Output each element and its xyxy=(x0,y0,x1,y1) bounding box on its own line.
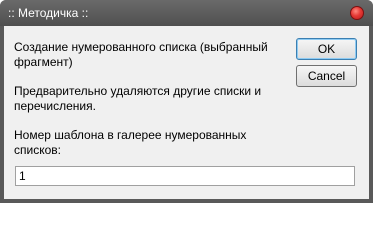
description-line-2: фрагмент) xyxy=(14,55,73,69)
description-line-1: Создание нумерованного списка (выбранный xyxy=(14,40,268,54)
template-number-input[interactable] xyxy=(15,166,355,186)
note-line-1: Предварительно удаляются другие списки и xyxy=(14,84,262,98)
close-icon[interactable] xyxy=(350,6,364,20)
note-line-2: перечисления. xyxy=(14,99,96,113)
field-label-line-1: Номер шаблона в галерее нумерованных xyxy=(14,128,247,142)
field-label-line-2: списков: xyxy=(14,143,61,157)
ok-button[interactable]: OK xyxy=(296,38,357,60)
cancel-button[interactable]: Cancel xyxy=(296,65,357,87)
window-title: :: Методичка :: xyxy=(8,6,89,20)
dialog-body: Создание нумерованного списка (выбранный… xyxy=(4,26,369,199)
title-bar[interactable]: :: Методичка :: xyxy=(0,0,373,26)
dialog-window: :: Методичка :: Создание нумерованного с… xyxy=(0,0,373,203)
